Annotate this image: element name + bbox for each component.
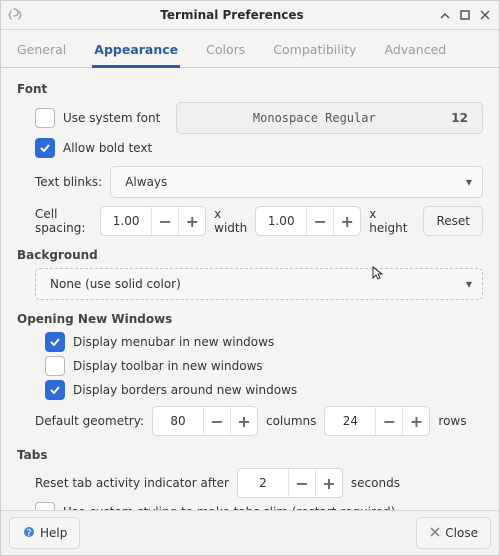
background-dropdown[interactable]: None (use solid color) ▾ xyxy=(35,268,483,300)
font-size: 12 xyxy=(451,111,468,125)
svg-text:?: ? xyxy=(26,528,31,539)
tab-colors[interactable]: Colors xyxy=(204,36,247,67)
default-geometry-label: Default geometry: xyxy=(35,414,144,428)
x-width-label: x width xyxy=(214,207,247,235)
tab-compatibility[interactable]: Compatibility xyxy=(271,36,358,67)
font-picker[interactable]: Monospace Regular 12 xyxy=(176,102,483,134)
app-icon xyxy=(7,7,23,23)
minimize-button[interactable] xyxy=(435,6,455,24)
window-title: Terminal Preferences xyxy=(29,8,435,22)
cols-minus[interactable]: − xyxy=(203,407,230,435)
help-button[interactable]: ? Help xyxy=(9,517,80,549)
cell-height-minus[interactable]: − xyxy=(306,207,333,235)
chevron-down-icon: ▾ xyxy=(466,277,472,291)
section-tabs: Tabs xyxy=(17,448,483,462)
chevron-down-icon: ▾ xyxy=(466,175,472,189)
titlebar: Terminal Preferences xyxy=(1,1,499,30)
cell-spacing-label: Cell spacing: xyxy=(35,207,92,235)
reset-activity-label: Reset tab activity indicator after xyxy=(35,476,229,490)
cell-width-spinner[interactable]: 1.00 − + xyxy=(100,206,206,236)
rows-minus[interactable]: − xyxy=(375,407,402,435)
x-height-label: x height xyxy=(369,207,407,235)
reset-seconds-value: 2 xyxy=(238,476,288,490)
content-area: Font Use system font Monospace Regular 1… xyxy=(1,68,499,510)
preferences-window: Terminal Preferences General Appearance … xyxy=(0,0,500,556)
cols-plus[interactable]: + xyxy=(230,407,257,435)
cell-height-plus[interactable]: + xyxy=(333,207,360,235)
window-buttons xyxy=(435,6,495,24)
rows-label: rows xyxy=(438,414,466,428)
cols-spinner[interactable]: 80 − + xyxy=(152,406,258,436)
toolbar-checkbox[interactable] xyxy=(45,356,65,376)
tab-bar: General Appearance Colors Compatibility … xyxy=(1,30,499,68)
section-background: Background xyxy=(17,248,483,262)
text-blinks-dropdown[interactable]: Always ▾ xyxy=(110,166,483,198)
close-icon xyxy=(429,526,441,541)
help-label: Help xyxy=(40,526,67,540)
help-icon: ? xyxy=(22,525,36,542)
borders-checkbox[interactable] xyxy=(45,380,65,400)
seconds-label: seconds xyxy=(351,476,400,490)
reset-seconds-plus[interactable]: + xyxy=(315,469,342,497)
close-button[interactable] xyxy=(475,6,495,24)
rows-spinner[interactable]: 24 − + xyxy=(324,406,430,436)
borders-label: Display borders around new windows xyxy=(73,383,297,397)
maximize-button[interactable] xyxy=(455,6,475,24)
section-windows: Opening New Windows xyxy=(17,312,483,326)
menubar-label: Display menubar in new windows xyxy=(73,335,274,349)
rows-value: 24 xyxy=(325,414,375,428)
reset-seconds-minus[interactable]: − xyxy=(288,469,315,497)
use-system-font-label: Use system font xyxy=(63,111,160,125)
tab-advanced[interactable]: Advanced xyxy=(382,36,448,67)
footer: ? Help Close xyxy=(1,510,499,555)
reset-seconds-spinner[interactable]: 2 − + xyxy=(237,468,343,498)
cell-width-plus[interactable]: + xyxy=(178,207,205,235)
cell-width-value: 1.00 xyxy=(101,214,151,228)
reset-button[interactable]: Reset xyxy=(423,206,483,236)
background-value: None (use solid color) xyxy=(46,277,466,291)
allow-bold-label: Allow bold text xyxy=(63,141,152,155)
toolbar-label: Display toolbar in new windows xyxy=(73,359,263,373)
menubar-checkbox[interactable] xyxy=(45,332,65,352)
close-dialog-button[interactable]: Close xyxy=(416,517,491,549)
close-label: Close xyxy=(445,526,478,540)
slim-tabs-checkbox[interactable] xyxy=(35,502,55,510)
rows-plus[interactable]: + xyxy=(402,407,429,435)
tab-appearance[interactable]: Appearance xyxy=(92,36,180,68)
cell-height-value: 1.00 xyxy=(256,214,306,228)
text-blinks-label: Text blinks: xyxy=(35,175,102,189)
cell-height-spinner[interactable]: 1.00 − + xyxy=(255,206,361,236)
columns-label: columns xyxy=(266,414,316,428)
text-blinks-value: Always xyxy=(121,175,466,189)
font-name: Monospace Regular xyxy=(177,111,451,125)
cell-width-minus[interactable]: − xyxy=(151,207,178,235)
use-system-font-checkbox[interactable] xyxy=(35,108,55,128)
section-font: Font xyxy=(17,82,483,96)
tab-general[interactable]: General xyxy=(15,36,68,67)
cols-value: 80 xyxy=(153,414,203,428)
allow-bold-checkbox[interactable] xyxy=(35,138,55,158)
